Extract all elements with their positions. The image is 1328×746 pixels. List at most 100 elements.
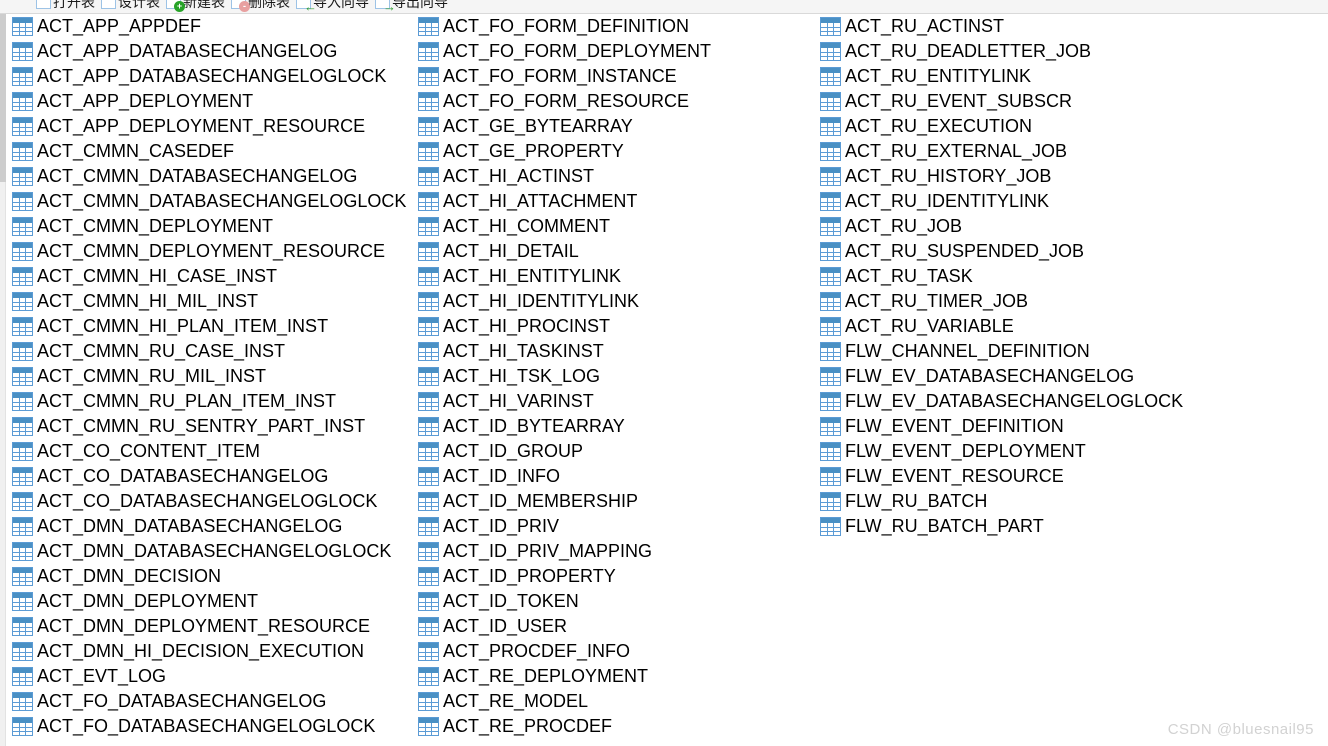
- list-item[interactable]: ACT_RU_JOB: [820, 214, 1320, 239]
- vertical-scrollbar-thumb[interactable]: [0, 14, 6, 182]
- list-item[interactable]: ACT_RU_ACTINST: [820, 14, 1320, 39]
- list-item[interactable]: ACT_DMN_DEPLOYMENT_RESOURCE: [12, 614, 412, 639]
- list-item[interactable]: ACT_CMMN_DATABASECHANGELOG: [12, 164, 412, 189]
- list-item[interactable]: ACT_FO_FORM_INSTANCE: [418, 64, 818, 89]
- list-item[interactable]: FLW_EVENT_RESOURCE: [820, 464, 1320, 489]
- list-item[interactable]: ACT_ID_PRIV_MAPPING: [418, 539, 818, 564]
- list-item[interactable]: ACT_ID_MEMBERSHIP: [418, 489, 818, 514]
- list-item[interactable]: ACT_HI_IDENTITYLINK: [418, 289, 818, 314]
- list-item[interactable]: ACT_ID_PROPERTY: [418, 564, 818, 589]
- table-name-label: ACT_ID_PRIV: [443, 516, 560, 536]
- list-item[interactable]: ACT_HI_COMMENT: [418, 214, 818, 239]
- table-name-label: ACT_ID_PRIV_MAPPING: [443, 541, 653, 561]
- list-item[interactable]: ACT_RU_IDENTITYLINK: [820, 189, 1320, 214]
- table-name-label: ACT_RU_SUSPENDED_JOB: [845, 241, 1085, 261]
- list-item[interactable]: ACT_HI_DETAIL: [418, 239, 818, 264]
- list-item[interactable]: ACT_CMMN_HI_CASE_INST: [12, 264, 412, 289]
- list-item[interactable]: ACT_CO_DATABASECHANGELOGLOCK: [12, 489, 412, 514]
- list-item[interactable]: FLW_RU_BATCH_PART: [820, 514, 1320, 539]
- list-item[interactable]: ACT_CMMN_HI_MIL_INST: [12, 289, 412, 314]
- list-item[interactable]: ACT_RU_TIMER_JOB: [820, 289, 1320, 314]
- list-item[interactable]: ACT_DMN_DATABASECHANGELOGLOCK: [12, 539, 412, 564]
- table-grid-icon: [418, 42, 439, 61]
- list-item[interactable]: ACT_RU_ENTITYLINK: [820, 64, 1320, 89]
- toolbar-item-5[interactable]: → 导出向导: [375, 0, 448, 13]
- table-name-label: ACT_FO_FORM_RESOURCE: [443, 91, 690, 111]
- list-item[interactable]: ACT_CMMN_DEPLOYMENT: [12, 214, 412, 239]
- list-item[interactable]: ACT_FO_DATABASECHANGELOGLOCK: [12, 714, 412, 739]
- list-item[interactable]: ACT_DMN_DECISION: [12, 564, 412, 589]
- toolbar-item-2-badge: +: [174, 1, 185, 12]
- list-item[interactable]: ACT_CMMN_RU_CASE_INST: [12, 339, 412, 364]
- list-item[interactable]: ACT_GE_BYTEARRAY: [418, 114, 818, 139]
- list-item[interactable]: ACT_ID_GROUP: [418, 439, 818, 464]
- list-item[interactable]: ACT_GE_PROPERTY: [418, 139, 818, 164]
- list-item[interactable]: ACT_HI_ACTINST: [418, 164, 818, 189]
- list-item[interactable]: ACT_RU_SUSPENDED_JOB: [820, 239, 1320, 264]
- list-item[interactable]: ACT_HI_VARINST: [418, 389, 818, 414]
- list-item[interactable]: FLW_EVENT_DEFINITION: [820, 414, 1320, 439]
- list-item[interactable]: ACT_FO_FORM_DEPLOYMENT: [418, 39, 818, 64]
- list-item[interactable]: ACT_HI_PROCINST: [418, 314, 818, 339]
- table-grid-icon: [12, 317, 33, 336]
- list-item[interactable]: ACT_CMMN_CASEDEF: [12, 139, 412, 164]
- list-item[interactable]: ACT_ID_PRIV: [418, 514, 818, 539]
- list-item[interactable]: ACT_ID_BYTEARRAY: [418, 414, 818, 439]
- list-item[interactable]: ACT_RU_EVENT_SUBSCR: [820, 89, 1320, 114]
- list-item[interactable]: ACT_RU_VARIABLE: [820, 314, 1320, 339]
- list-item[interactable]: ACT_RU_DEADLETTER_JOB: [820, 39, 1320, 64]
- list-item[interactable]: ACT_CMMN_HI_PLAN_ITEM_INST: [12, 314, 412, 339]
- list-item[interactable]: ACT_RU_TASK: [820, 264, 1320, 289]
- toolbar: 打开表 设计表 + 新建表 - 删除表 ← 导入向导 → 导出向导: [0, 0, 1328, 14]
- list-item[interactable]: ACT_CMMN_DEPLOYMENT_RESOURCE: [12, 239, 412, 264]
- list-item[interactable]: ACT_CO_DATABASECHANGELOG: [12, 464, 412, 489]
- list-item[interactable]: FLW_EV_DATABASECHANGELOGLOCK: [820, 389, 1320, 414]
- list-item[interactable]: ACT_APP_DATABASECHANGELOG: [12, 39, 412, 64]
- list-item[interactable]: ACT_HI_TSK_LOG: [418, 364, 818, 389]
- table-grid-icon: [418, 192, 439, 211]
- toolbar-item-0[interactable]: 打开表: [36, 0, 95, 9]
- list-item[interactable]: FLW_EVENT_DEPLOYMENT: [820, 439, 1320, 464]
- list-item[interactable]: ACT_RE_MODEL: [418, 689, 818, 714]
- list-item[interactable]: ACT_ID_TOKEN: [418, 589, 818, 614]
- list-item[interactable]: ACT_APP_DEPLOYMENT: [12, 89, 412, 114]
- list-item[interactable]: ACT_CMMN_RU_SENTRY_PART_INST: [12, 414, 412, 439]
- list-item[interactable]: FLW_CHANNEL_DEFINITION: [820, 339, 1320, 364]
- list-item[interactable]: ACT_ID_INFO: [418, 464, 818, 489]
- list-item[interactable]: ACT_CMMN_DATABASECHANGELOGLOCK: [12, 189, 412, 214]
- table-name-label: ACT_RU_ACTINST: [845, 16, 1005, 36]
- table-name-label: ACT_HI_ENTITYLINK: [443, 266, 622, 286]
- list-item[interactable]: ACT_CMMN_RU_MIL_INST: [12, 364, 412, 389]
- list-item[interactable]: ACT_HI_ATTACHMENT: [418, 189, 818, 214]
- list-item[interactable]: ACT_HI_ENTITYLINK: [418, 264, 818, 289]
- table-grid-icon: [12, 392, 33, 411]
- list-item[interactable]: ACT_RU_EXTERNAL_JOB: [820, 139, 1320, 164]
- vertical-scrollbar[interactable]: [0, 14, 6, 746]
- list-item[interactable]: FLW_EV_DATABASECHANGELOG: [820, 364, 1320, 389]
- list-item[interactable]: ACT_FO_FORM_DEFINITION: [418, 14, 818, 39]
- list-item[interactable]: ACT_DMN_DATABASECHANGELOG: [12, 514, 412, 539]
- list-item[interactable]: ACT_APP_DATABASECHANGELOGLOCK: [12, 64, 412, 89]
- list-item[interactable]: ACT_HI_TASKINST: [418, 339, 818, 364]
- list-item[interactable]: ACT_RE_DEPLOYMENT: [418, 664, 818, 689]
- list-item[interactable]: ACT_RU_HISTORY_JOB: [820, 164, 1320, 189]
- table-name-label: ACT_CMMN_HI_CASE_INST: [37, 266, 278, 286]
- list-item[interactable]: ACT_DMN_DEPLOYMENT: [12, 589, 412, 614]
- toolbar-item-2[interactable]: + 新建表: [166, 0, 225, 12]
- list-item[interactable]: ACT_FO_FORM_RESOURCE: [418, 89, 818, 114]
- list-item[interactable]: ACT_RU_EXECUTION: [820, 114, 1320, 139]
- list-item[interactable]: ACT_APP_DEPLOYMENT_RESOURCE: [12, 114, 412, 139]
- list-item[interactable]: ACT_RE_PROCDEF: [418, 714, 818, 739]
- list-item[interactable]: FLW_RU_BATCH: [820, 489, 1320, 514]
- toolbar-item-3[interactable]: - 删除表: [231, 0, 290, 12]
- toolbar-item-1[interactable]: 设计表: [101, 0, 160, 9]
- list-item[interactable]: ACT_PROCDEF_INFO: [418, 639, 818, 664]
- list-item[interactable]: ACT_APP_APPDEF: [12, 14, 412, 39]
- list-item[interactable]: ACT_EVT_LOG: [12, 664, 412, 689]
- list-item[interactable]: ACT_DMN_HI_DECISION_EXECUTION: [12, 639, 412, 664]
- list-item[interactable]: ACT_ID_USER: [418, 614, 818, 639]
- toolbar-item-4[interactable]: ← 导入向导: [296, 0, 369, 13]
- list-item[interactable]: ACT_CO_CONTENT_ITEM: [12, 439, 412, 464]
- list-item[interactable]: ACT_FO_DATABASECHANGELOG: [12, 689, 412, 714]
- list-item[interactable]: ACT_CMMN_RU_PLAN_ITEM_INST: [12, 389, 412, 414]
